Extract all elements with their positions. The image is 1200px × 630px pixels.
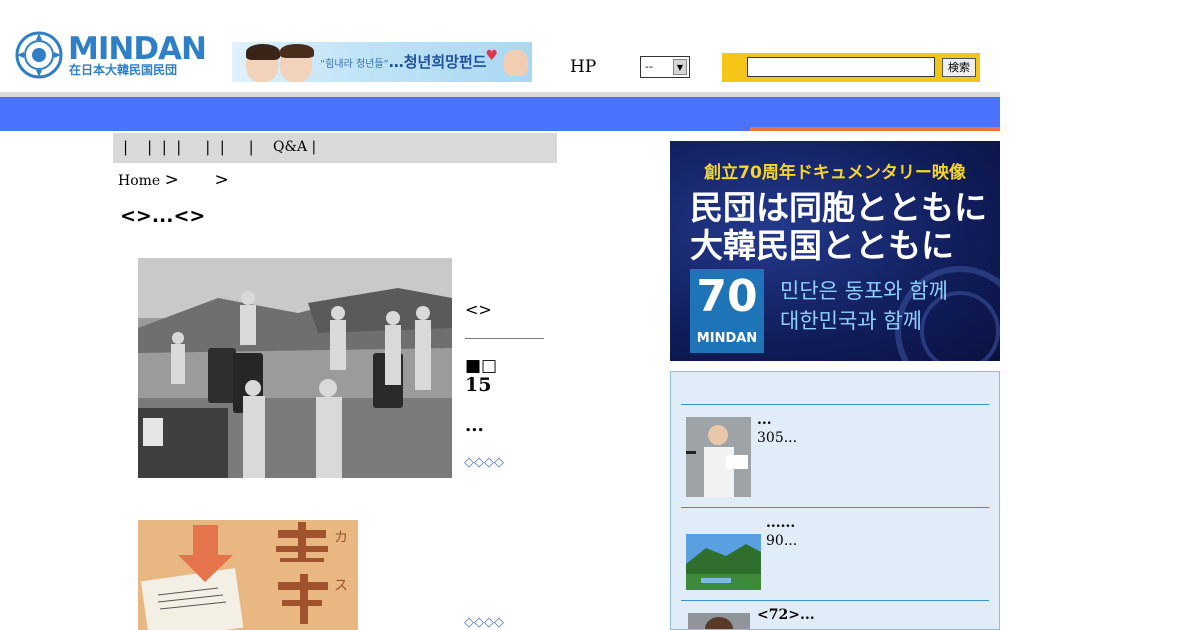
language-select-value: -- bbox=[645, 60, 653, 73]
article-photo-historical[interactable] bbox=[138, 258, 452, 478]
header-blue-bar bbox=[0, 97, 1000, 131]
breadcrumb-home[interactable]: Home bbox=[118, 173, 160, 189]
ad-headline-small: 創立70周年ドキュメンタリー映像 bbox=[704, 163, 966, 183]
article-marker: ■□ bbox=[465, 356, 498, 376]
header-orange-accent bbox=[750, 127, 1000, 131]
article-tag: <> bbox=[465, 300, 492, 319]
70th-logo-text: MINDAN bbox=[696, 331, 758, 346]
article-excerpt: ... bbox=[465, 415, 484, 436]
breadcrumb-separator: > bbox=[164, 170, 179, 190]
page-title: <>...<> bbox=[120, 205, 206, 227]
article-photo-newspaper[interactable]: カ ス bbox=[138, 520, 358, 630]
logo-subtitle: 在日本大韓民国民団 bbox=[69, 63, 178, 77]
article-more-link[interactable]: ◇◇◇◇ bbox=[464, 615, 504, 630]
side-divider bbox=[681, 600, 989, 601]
article-divider bbox=[465, 338, 544, 339]
70th-logo: 70 MINDAN bbox=[690, 269, 764, 353]
side-divider bbox=[681, 507, 989, 508]
search-box: 検索 bbox=[722, 53, 980, 82]
side-item-2-thumbnail[interactable] bbox=[686, 534, 761, 590]
hp-label: HP bbox=[570, 57, 597, 77]
newspaper-kana-icon: カ bbox=[334, 530, 348, 546]
side-item-1-text: 305... bbox=[757, 430, 798, 446]
mindan-logo[interactable]: MINDAN 在日本大韓民国民団 bbox=[14, 30, 207, 82]
side-item-1-thumbnail[interactable] bbox=[686, 417, 751, 497]
logo-wordmark: MINDAN bbox=[68, 31, 207, 67]
speaker-photo-illustration bbox=[686, 417, 751, 497]
nav-item-qa[interactable]: Q&A | bbox=[273, 139, 316, 155]
newspaper-illustration: カ ス bbox=[138, 520, 358, 630]
breadcrumb-separator: > bbox=[214, 170, 229, 190]
historical-photo-illustration bbox=[138, 258, 452, 478]
portrait-photo-illustration bbox=[688, 613, 750, 629]
breadcrumb: Home > > bbox=[118, 170, 229, 190]
hand-icon bbox=[504, 50, 528, 76]
side-item-2-text: 90... bbox=[766, 533, 798, 549]
ad-korean-slogan: 민단은 동포와 함께 대한민국과 함께 bbox=[780, 279, 948, 333]
side-item-3-thumbnail[interactable] bbox=[688, 613, 750, 629]
70th-anniversary-banner[interactable]: 創立70周年ドキュメンタリー映像 民団は同胞とともに 大韓民国とともに 70 M… bbox=[670, 141, 1000, 361]
article-more-link[interactable]: ◇◇◇◇ bbox=[464, 455, 504, 470]
youth-fund-banner[interactable]: “힘내라 청년들”…청년희망펀드 ♥ bbox=[232, 42, 532, 82]
chevron-down-icon: ▼ bbox=[673, 59, 687, 75]
landscape-photo-illustration bbox=[686, 534, 761, 590]
side-news-panel: ... 305... ...... 90... <72>... bbox=[670, 371, 1000, 630]
ad-headline-large: 民団は同胞とともに 大韓民国とともに bbox=[690, 188, 987, 265]
main-nav: | | | | | | | Q&A | bbox=[113, 133, 557, 163]
heart-icon: ♥ bbox=[485, 48, 498, 64]
search-button[interactable]: 検索 bbox=[942, 58, 976, 77]
banner-text: “힘내라 청년들”…청년희망펀드 bbox=[320, 53, 487, 71]
side-item-3-title[interactable]: <72>... bbox=[757, 607, 815, 623]
search-input[interactable] bbox=[747, 57, 935, 77]
side-item-2-title[interactable]: ...... bbox=[766, 515, 795, 531]
side-divider bbox=[681, 404, 989, 405]
svg-text:ス: ス bbox=[334, 578, 348, 594]
70th-logo-number: 70 bbox=[696, 271, 758, 322]
mindan-emblem-icon bbox=[15, 31, 63, 79]
side-item-1-title[interactable]: ... bbox=[757, 412, 772, 428]
article-number: 15 bbox=[465, 374, 492, 396]
nav-separators: | | | | | | | bbox=[123, 138, 254, 156]
language-select[interactable]: -- ▼ bbox=[640, 56, 690, 78]
